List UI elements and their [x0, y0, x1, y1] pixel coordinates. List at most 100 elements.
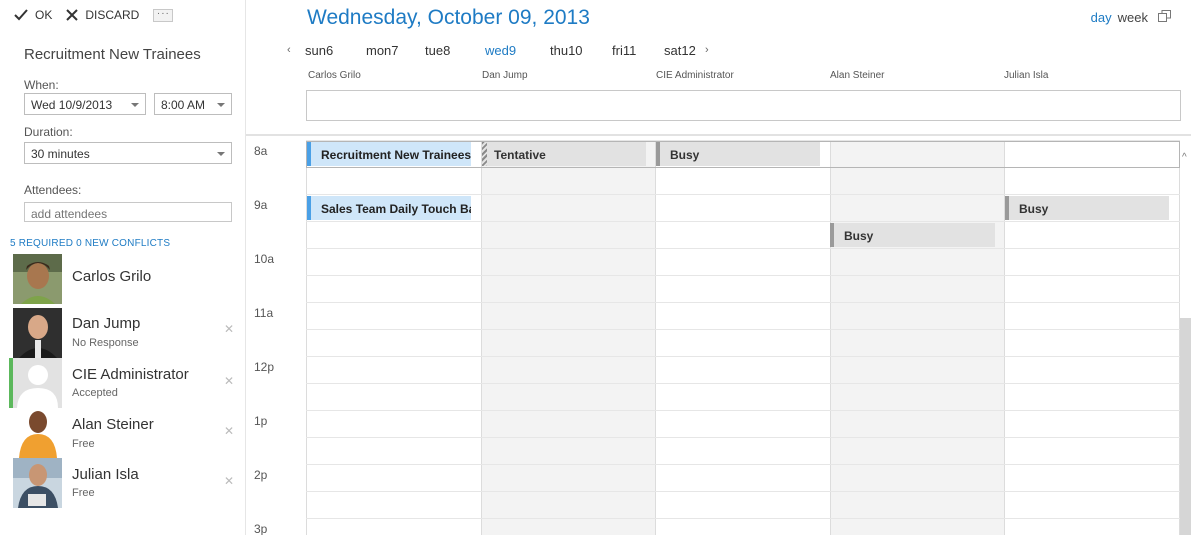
- day-wed9-selected[interactable]: wed9: [485, 43, 516, 58]
- date-select[interactable]: Wed 10/9/2013: [24, 93, 146, 115]
- week-view-link[interactable]: week: [1118, 10, 1148, 25]
- hour-label: 8a: [254, 144, 268, 158]
- day-sat12[interactable]: sat12: [664, 43, 696, 58]
- hour-line: [306, 248, 1180, 249]
- hour-line: [306, 302, 1180, 303]
- remove-attendee-icon[interactable]: ✕: [224, 424, 234, 438]
- attendee-name: Dan Jump: [72, 315, 141, 332]
- hour-line: [306, 410, 1180, 411]
- hour-label: 1p: [254, 414, 268, 428]
- view-switcher: day week: [1085, 10, 1171, 25]
- hour-label: 9a: [254, 198, 268, 212]
- hour-label: 3p: [254, 522, 268, 535]
- ok-button[interactable]: OK: [14, 8, 52, 22]
- hour-line: [306, 464, 1180, 465]
- event-busy-alan-steiner[interactable]: Busy: [830, 223, 995, 247]
- event-sales-team-daily-touch-base[interactable]: Sales Team Daily Touch Base: [307, 196, 471, 220]
- add-attendees-input[interactable]: [24, 202, 232, 222]
- more-options-button[interactable]: ···: [153, 8, 174, 22]
- half-hour-line: [306, 437, 1180, 438]
- hour-label: 12p: [254, 360, 275, 374]
- header-divider: [246, 134, 1191, 136]
- half-hour-line: [306, 275, 1180, 276]
- column-header-dan-jump: Dan Jump: [482, 70, 528, 81]
- remove-attendee-icon[interactable]: ✕: [224, 322, 234, 336]
- duration-value: 30 minutes: [31, 147, 90, 161]
- avatar: [13, 308, 62, 358]
- conflicts-summary[interactable]: 5 REQUIRED 0 NEW CONFLICTS: [10, 238, 170, 249]
- hour-line: [306, 194, 1180, 195]
- hour-line: [306, 356, 1180, 357]
- attendee-name: Julian Isla: [72, 466, 139, 483]
- event-busy-cie-administrator[interactable]: Busy: [656, 142, 820, 166]
- day-view-link[interactable]: day: [1091, 10, 1112, 25]
- duration-select[interactable]: 30 minutes: [24, 142, 232, 164]
- day-fri11[interactable]: fri11: [612, 43, 636, 58]
- discard-button[interactable]: DISCARD: [66, 8, 139, 22]
- half-hour-line: [306, 491, 1180, 492]
- previous-arrow-icon[interactable]: ‹: [287, 44, 291, 56]
- time-select[interactable]: 8:00 AM: [154, 93, 232, 115]
- meeting-title[interactable]: Recruitment New Trainees: [24, 46, 201, 63]
- day-sun6[interactable]: sun6: [305, 43, 333, 58]
- meeting-details-panel: OK DISCARD ··· Recruitment New Trainees …: [0, 0, 246, 535]
- event-tentative[interactable]: Tentative: [482, 142, 646, 166]
- checkmark-icon: [14, 9, 28, 21]
- column-header-carlos-grilo: Carlos Grilo: [308, 70, 361, 81]
- day-tue8[interactable]: tue8: [425, 43, 450, 58]
- column-cie-administrator[interactable]: [655, 140, 830, 535]
- half-hour-line: [306, 329, 1180, 330]
- page-title: Wednesday, October 09, 2013: [307, 6, 590, 29]
- attendee-julian-isla[interactable]: Julian Isla Free ✕: [10, 458, 236, 508]
- close-icon: [66, 9, 79, 21]
- column-header-cie-administrator: CIE Administrator: [656, 70, 734, 81]
- duration-label: Duration:: [24, 125, 73, 139]
- column-header-julian-isla: Julian Isla: [1004, 70, 1049, 81]
- scheduling-grid[interactable]: 8a 9a 10a 11a 12p 1p 2p 3p Recruitment N…: [246, 140, 1191, 535]
- attendee-status: Free: [72, 438, 95, 450]
- hour-line: [306, 518, 1180, 519]
- remove-attendee-icon[interactable]: ✕: [224, 374, 234, 388]
- attendee-status: Accepted: [72, 387, 118, 399]
- attendee-cie-administrator[interactable]: CIE Administrator Accepted ✕: [9, 358, 236, 408]
- avatar: [13, 458, 62, 508]
- attendees-label: Attendees:: [24, 183, 82, 197]
- half-hour-line: [306, 221, 1180, 222]
- date-value: Wed 10/9/2013: [31, 98, 113, 112]
- when-label: When:: [24, 78, 59, 92]
- vertical-scrollbar-thumb[interactable]: [1180, 318, 1191, 535]
- avatar: [13, 254, 62, 304]
- next-arrow-icon[interactable]: ›: [705, 44, 709, 56]
- scroll-up-arrow-icon[interactable]: ^: [1182, 152, 1187, 163]
- attendee-status: No Response: [72, 337, 139, 349]
- attendee-status: Free: [72, 487, 95, 499]
- ok-label: OK: [35, 8, 53, 22]
- popout-icon[interactable]: [1158, 10, 1171, 25]
- column-alan-steiner[interactable]: [830, 140, 1004, 535]
- column-dan-jump[interactable]: [481, 140, 655, 535]
- attendee-name: CIE Administrator: [72, 366, 189, 383]
- half-hour-line: [306, 383, 1180, 384]
- event-busy-julian-isla[interactable]: Busy: [1005, 196, 1169, 220]
- day-thu10[interactable]: thu10: [550, 43, 583, 58]
- all-day-events-area[interactable]: [306, 90, 1181, 121]
- avatar: [13, 358, 62, 408]
- chevron-down-icon: [131, 103, 139, 107]
- remove-attendee-icon[interactable]: ✕: [224, 474, 234, 488]
- attendee-alan-steiner[interactable]: Alan Steiner Free ✕: [10, 408, 236, 458]
- day-mon7[interactable]: mon7: [366, 43, 399, 58]
- event-recruitment-new-trainees[interactable]: Recruitment New Trainees: [307, 142, 471, 166]
- attendee-carlos-grilo[interactable]: Carlos Grilo: [10, 254, 236, 304]
- attendee-name: Carlos Grilo: [72, 268, 152, 285]
- hour-label: 11a: [254, 306, 274, 320]
- chevron-down-icon: [217, 103, 225, 107]
- attendee-name: Alan Steiner: [72, 416, 154, 433]
- time-value: 8:00 AM: [161, 98, 206, 112]
- discard-label: DISCARD: [85, 8, 140, 22]
- event-label: Tentative: [494, 148, 546, 162]
- hour-label: 10a: [254, 252, 275, 266]
- chevron-down-icon: [217, 152, 225, 156]
- hour-label: 2p: [254, 468, 268, 482]
- avatar: [13, 408, 62, 458]
- attendee-dan-jump[interactable]: Dan Jump No Response ✕: [10, 308, 236, 358]
